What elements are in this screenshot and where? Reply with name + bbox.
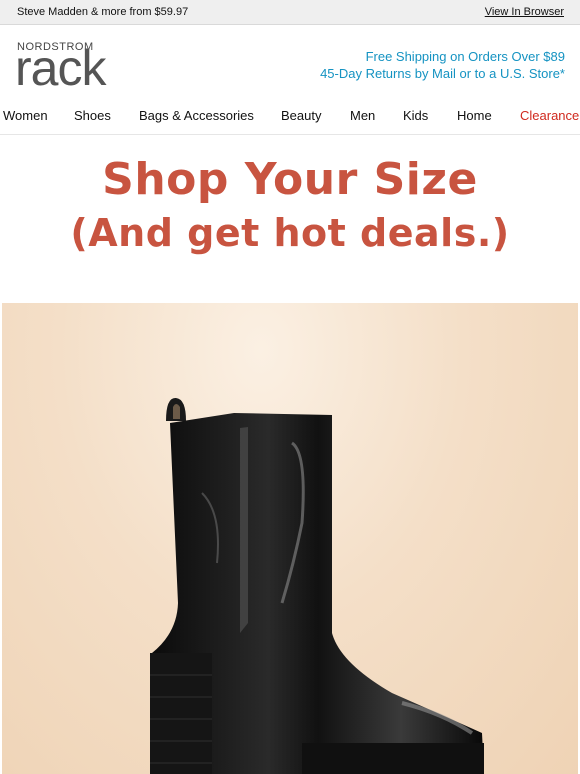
logo-brand-main: rack [15,40,106,96]
nav-item-men[interactable]: Men [350,108,375,123]
free-shipping-text[interactable]: Free Shipping on Orders Over $89 [320,48,565,65]
returns-text[interactable]: 45-Day Returns by Mail or to a U.S. Stor… [320,65,565,82]
preheader-text: Steve Madden & more from $59.97 [17,6,189,18]
nordstrom-rack-logo[interactable]: NORDSTROM rack [15,41,119,93]
hero-headline: Shop Your Size [102,154,478,205]
black-patent-boot-illustration [150,397,484,774]
nav-item-bags-accessories[interactable]: Bags & Accessories [139,108,254,123]
view-in-browser-link[interactable]: View In Browser [485,6,564,18]
shipping-promo: Free Shipping on Orders Over $89 45-Day … [320,48,565,82]
hero-boot-image[interactable] [2,303,578,774]
preheader-bar: Steve Madden & more from $59.97 View In … [0,0,580,25]
nav-item-women[interactable]: Women [3,108,48,123]
nav-item-kids[interactable]: Kids [403,108,428,123]
nav-item-beauty[interactable]: Beauty [281,108,321,123]
nav-item-shoes[interactable]: Shoes [74,108,111,123]
nav-item-home[interactable]: Home [457,108,492,123]
nav-item-clearance[interactable]: Clearance [520,108,579,123]
hero-subhead: (And get hot deals.) [70,211,510,255]
hero-headline-block[interactable]: Shop Your Size (And get hot deals.) [0,152,580,258]
main-nav: Women Shoes Bags & Accessories Beauty Me… [0,102,580,135]
